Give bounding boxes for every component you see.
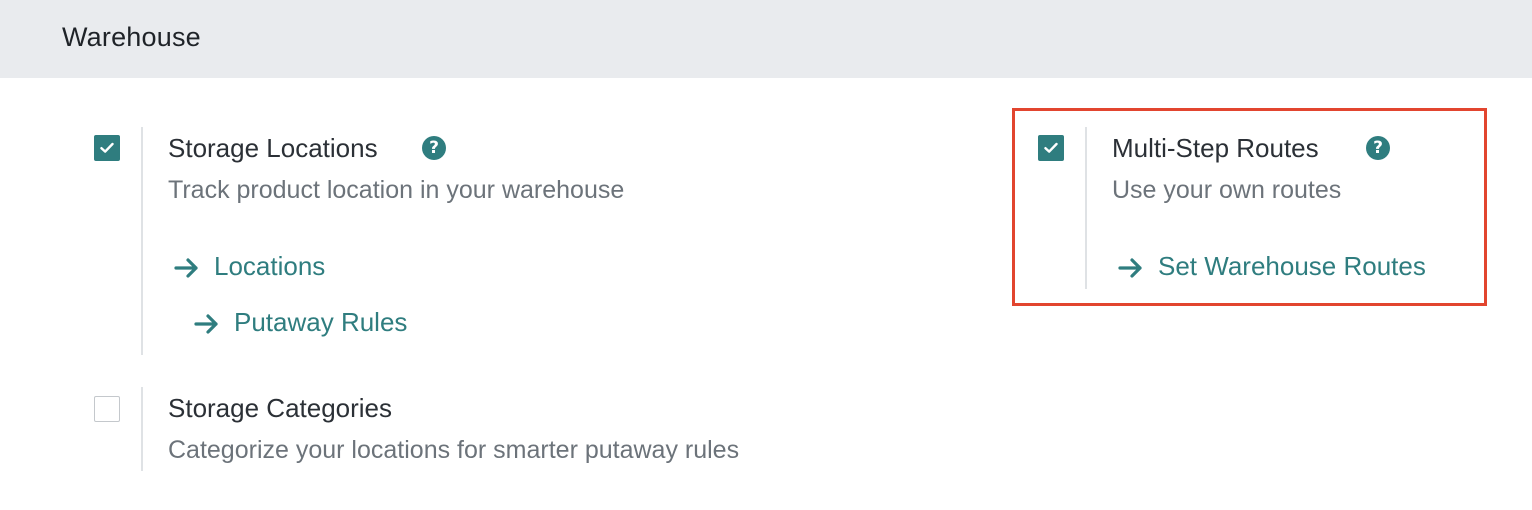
check-icon xyxy=(1044,142,1058,153)
multi-step-routes-title: Multi-Step Routes xyxy=(1112,133,1319,163)
locations-link-label: Locations xyxy=(214,251,326,281)
multi-step-routes-checkbox[interactable] xyxy=(1038,135,1064,161)
check-icon xyxy=(100,142,114,153)
question-circle-icon[interactable]: ? xyxy=(422,136,446,160)
putaway-rules-link-label: Putaway Rules xyxy=(234,307,408,337)
section-header: Warehouse xyxy=(0,0,1532,78)
setting-divider xyxy=(1085,127,1087,289)
setting-divider xyxy=(141,127,143,355)
set-warehouse-routes-link[interactable]: Set Warehouse Routes xyxy=(1118,251,1426,282)
storage-categories-description: Categorize your locations for smarter pu… xyxy=(168,436,740,464)
setting-divider xyxy=(141,387,143,471)
arrow-right-icon xyxy=(174,257,202,279)
putaway-rules-link[interactable]: Putaway Rules xyxy=(194,307,407,338)
question-circle-icon[interactable]: ? xyxy=(1366,136,1390,160)
storage-categories-checkbox[interactable] xyxy=(94,396,120,422)
storage-locations-title: Storage Locations xyxy=(168,133,378,163)
arrow-right-icon xyxy=(194,313,222,335)
storage-locations-description: Track product location in your warehouse xyxy=(168,176,625,204)
multi-step-routes-description: Use your own routes xyxy=(1112,176,1342,204)
arrow-right-icon xyxy=(1118,257,1146,279)
locations-link[interactable]: Locations xyxy=(174,251,325,282)
set-warehouse-routes-link-label: Set Warehouse Routes xyxy=(1158,251,1426,281)
storage-locations-checkbox[interactable] xyxy=(94,135,120,161)
section-title: Warehouse xyxy=(62,22,201,52)
storage-categories-title: Storage Categories xyxy=(168,393,393,423)
